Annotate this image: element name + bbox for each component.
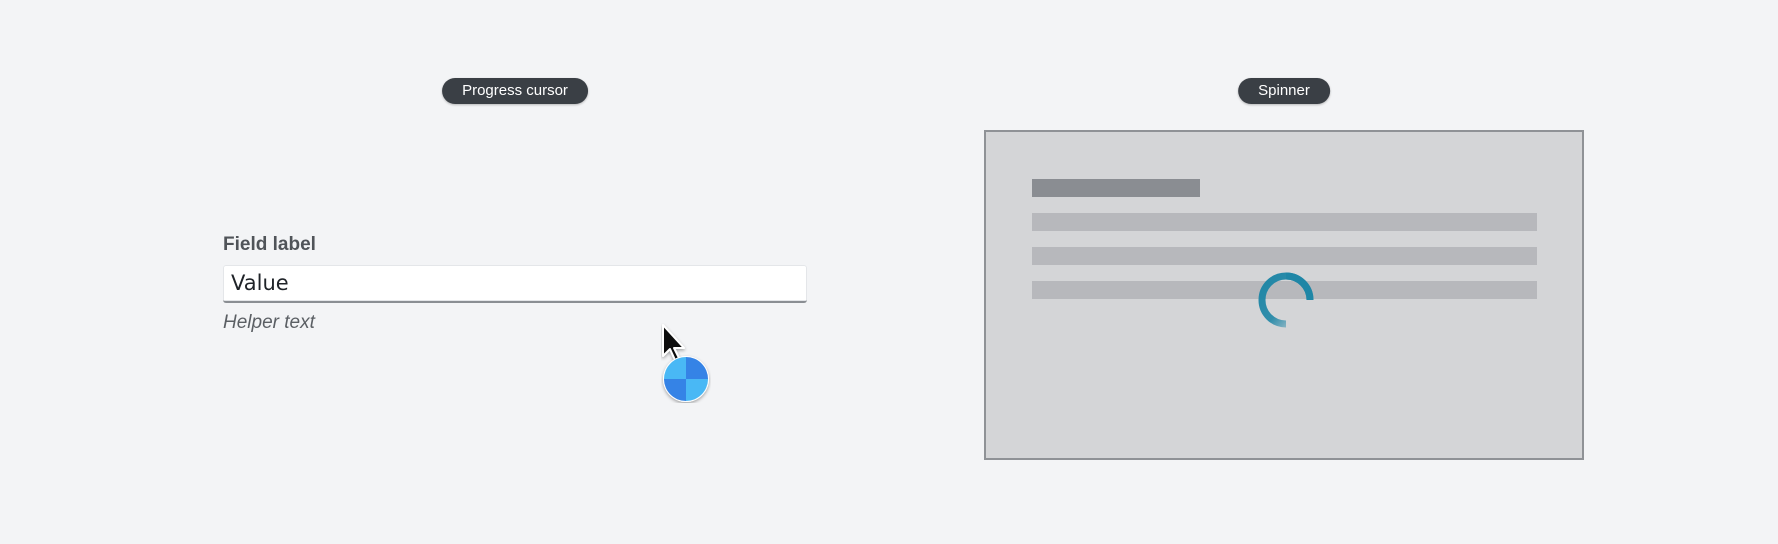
stage: Progress cursor Spinner Field label Help… xyxy=(0,0,1778,544)
loading-panel xyxy=(984,130,1584,460)
skeleton-line xyxy=(1032,247,1537,265)
field-helper-text: Helper text xyxy=(223,312,315,333)
skeleton-line xyxy=(1032,213,1537,231)
text-field: Field label Helper text xyxy=(223,233,807,335)
caption-spinner: Spinner xyxy=(1238,78,1330,104)
spinner-icon xyxy=(1258,272,1314,328)
field-label: Field label xyxy=(223,234,316,255)
progress-cursor-icon xyxy=(662,324,709,402)
field-input[interactable] xyxy=(223,265,807,303)
caption-progress-cursor: Progress cursor xyxy=(442,78,588,104)
skeleton-title xyxy=(1032,179,1200,197)
